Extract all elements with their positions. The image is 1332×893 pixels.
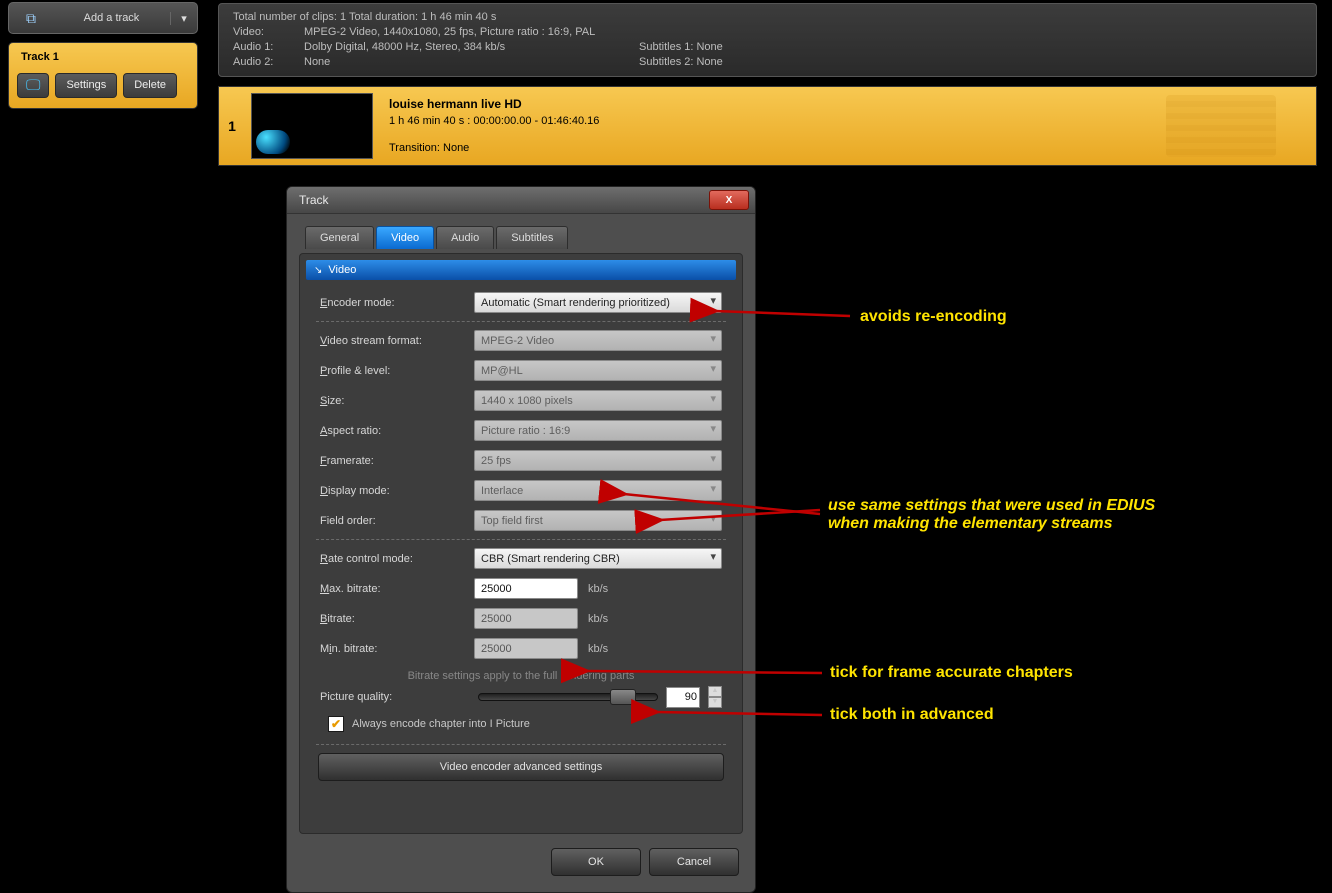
video-stream-format-select: MPEG-2 Video xyxy=(474,330,722,351)
track-card: Track 1 🖵 Settings Delete xyxy=(8,42,198,109)
summary-line1: Total number of clips: 1 Total duration:… xyxy=(233,10,1302,25)
tab-video[interactable]: Video xyxy=(376,226,434,249)
clip-thumbnail xyxy=(251,93,373,159)
field-order-select: Top field first xyxy=(474,510,722,531)
picture-quality-value[interactable]: 90 xyxy=(666,687,700,708)
tab-subtitles[interactable]: Subtitles xyxy=(496,226,568,249)
summary-bar: Total number of clips: 1 Total duration:… xyxy=(218,3,1317,77)
track-preview-button[interactable]: 🖵 xyxy=(17,73,49,98)
cancel-button[interactable]: Cancel xyxy=(649,848,739,876)
add-track-icon: ⧉ xyxy=(9,10,53,27)
ok-button[interactable]: OK xyxy=(551,848,641,876)
size-select: 1440 x 1080 pixels xyxy=(474,390,722,411)
filmstrip-icon xyxy=(1166,95,1276,157)
picture-quality-slider[interactable] xyxy=(478,693,658,701)
annotation-2b: when making the elementary streams xyxy=(828,515,1113,533)
add-track-label: Add a track xyxy=(53,12,170,24)
clip-title: louise hermann live HD xyxy=(389,96,599,113)
annotation-2a: use same settings that were used in EDIU… xyxy=(828,497,1155,515)
clip-transition: Transition: None xyxy=(389,140,599,157)
add-track-bar[interactable]: ⧉ Add a track ▾ xyxy=(8,2,198,34)
encode-chapter-checkbox[interactable]: ✔ xyxy=(328,716,344,732)
close-button[interactable]: X xyxy=(709,190,749,210)
video-section-header: Video xyxy=(306,260,736,280)
min-bitrate-input: 25000 xyxy=(474,638,578,659)
clip-index: 1 xyxy=(219,118,245,134)
encode-chapter-label: Always encode chapter into I Picture xyxy=(352,718,530,730)
picture-quality-stepper[interactable]: ▲▼ xyxy=(708,686,722,708)
add-track-dropdown[interactable]: ▾ xyxy=(170,12,197,25)
annotation-4: tick both in advanced xyxy=(830,706,994,724)
track-title: Track 1 xyxy=(17,51,189,63)
bitrate-input: 25000 xyxy=(474,608,578,629)
aspect-ratio-select: Picture ratio : 16:9 xyxy=(474,420,722,441)
bitrate-note: Bitrate settings apply to the full rende… xyxy=(306,666,736,684)
tab-audio[interactable]: Audio xyxy=(436,226,494,249)
max-bitrate-input[interactable]: 25000 xyxy=(474,578,578,599)
rate-control-mode-select[interactable]: CBR (Smart rendering CBR) xyxy=(474,548,722,569)
encoder-mode-select[interactable]: Automatic (Smart rendering prioritized) xyxy=(474,292,722,313)
track-delete-button[interactable]: Delete xyxy=(123,73,177,98)
track-settings-button[interactable]: Settings xyxy=(55,73,117,98)
tab-general[interactable]: General xyxy=(305,226,374,249)
profile-level-select: MP@HL xyxy=(474,360,722,381)
annotation-1: avoids re-encoding xyxy=(860,308,1007,326)
annotation-3: tick for frame accurate chapters xyxy=(830,664,1073,682)
dialog-title: Track xyxy=(299,193,329,207)
advanced-settings-button[interactable]: Video encoder advanced settings xyxy=(318,753,724,781)
track-dialog: Track X General Video Audio Subtitles Vi… xyxy=(286,186,756,893)
framerate-select: 25 fps xyxy=(474,450,722,471)
clip-time: 1 h 46 min 40 s : 00:00:00.00 - 01:46:40… xyxy=(389,113,599,130)
clip-strip[interactable]: 1 louise hermann live HD 1 h 46 min 40 s… xyxy=(218,86,1317,166)
display-mode-select: Interlace xyxy=(474,480,722,501)
